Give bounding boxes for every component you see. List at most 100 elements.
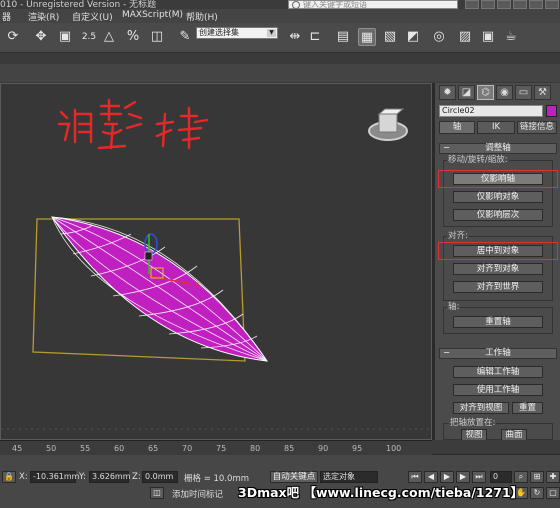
highlight-box — [438, 170, 558, 188]
adjust-pivot-rollout-header[interactable]: − 调整轴 — [439, 143, 557, 154]
spinner-snap-icon[interactable]: ◫ — [148, 28, 166, 46]
working-pivot-reset-button[interactable]: 重置 — [512, 402, 543, 414]
tab-pivot[interactable]: 轴 — [439, 121, 475, 134]
render-setup-icon[interactable]: ▨ — [456, 28, 474, 46]
named-selection-set-dropdown[interactable]: 创建选择集 ▼ — [196, 27, 278, 39]
place-pivot-label: 把轴放置在: — [449, 418, 497, 428]
time-ruler[interactable]: 45 50 55 60 65 70 75 80 85 90 95 100 — [0, 440, 432, 455]
tick-label: 70 — [182, 444, 193, 453]
main-toolbar: ⟳ ✥ ▣ 2.5 △ % ◫ ✎ 创建选择集 ▼ ⇹ ⊏ ▤ ▦ ▧ ◩ ◎ … — [0, 23, 560, 53]
align-to-object-button[interactable]: 对齐到对象 — [453, 263, 543, 275]
material-editor-icon[interactable]: ◎ — [430, 28, 448, 46]
time-tag-icon[interactable]: ◫ — [150, 487, 164, 499]
menu-item-help[interactable]: 帮助(H) — [186, 10, 218, 23]
menu-item-rendering[interactable]: 渲染(R) — [28, 10, 59, 23]
graphite-tools-icon[interactable]: ▦ — [358, 28, 376, 46]
tick-label: 85 — [284, 444, 295, 453]
collapse-icon: − — [443, 348, 451, 358]
orbit-icon[interactable]: ↻ — [530, 487, 544, 499]
angle-snap-toggle-icon[interactable]: △ — [100, 28, 118, 46]
align-icon[interactable]: ⊏ — [306, 28, 324, 46]
menu-item-customize[interactable]: 自定义(U) — [72, 10, 113, 23]
tick-label: 55 — [80, 444, 91, 453]
tick-label: 90 — [318, 444, 329, 453]
zoom-all-icon[interactable]: ⊞ — [530, 471, 544, 483]
z-coordinate-field[interactable]: 0.0mm — [142, 471, 178, 483]
rendered-frame-window-icon[interactable]: ▣ — [479, 28, 497, 46]
reset-pivot-button[interactable]: 重置轴 — [453, 316, 543, 328]
layer-manager-icon[interactable]: ▤ — [334, 28, 352, 46]
tick-label: 60 — [114, 444, 125, 453]
ribbon-strip — [0, 64, 560, 82]
tab-ik[interactable]: IK — [477, 121, 515, 134]
render-production-icon[interactable]: ☕ — [502, 28, 520, 46]
favorites-button[interactable] — [497, 0, 511, 9]
search-icon — [292, 1, 300, 9]
working-pivot-rollout-header[interactable]: − 工作轴 — [439, 348, 557, 359]
tick-label: 45 — [12, 444, 23, 453]
viewcube-icon[interactable] — [368, 108, 408, 141]
tick-label: 80 — [250, 444, 261, 453]
collapse-icon: − — [443, 143, 451, 153]
highlight-box-2 — [438, 242, 558, 260]
use-working-pivot-button[interactable]: 使用工作轴 — [453, 384, 543, 396]
edit-named-selection-icon[interactable]: ✎ — [176, 28, 194, 46]
create-tab-icon[interactable]: ✹ — [439, 85, 456, 100]
tick-label: 95 — [352, 444, 363, 453]
percent-snap-icon[interactable]: % — [124, 28, 142, 46]
x-label: X: — [19, 472, 28, 482]
maximize-viewport-icon[interactable]: ▢ — [546, 487, 560, 499]
motion-tab-icon[interactable]: ◉ — [496, 85, 513, 100]
x-coordinate-field[interactable]: -10.361mm — [30, 471, 79, 483]
minimize-button[interactable] — [529, 0, 543, 9]
perspective-viewport[interactable] — [0, 83, 432, 440]
add-time-tag-label[interactable]: 添加时间标记 — [172, 488, 223, 500]
info-center-button[interactable] — [465, 0, 479, 9]
move-rotate-scale-label: 移动/旋转/缩放: — [447, 155, 509, 165]
align-to-world-button[interactable]: 对齐到世界 — [453, 281, 543, 293]
angle-snap-icon[interactable]: 2.5 — [80, 28, 98, 46]
help-button[interactable] — [513, 0, 527, 9]
chevron-down-icon: ▼ — [267, 29, 276, 37]
y-label: Y: — [79, 472, 86, 482]
tick-label: 50 — [46, 444, 57, 453]
edit-working-pivot-button[interactable]: 编辑工作轴 — [453, 366, 543, 378]
pivot-center-icon[interactable]: ✥ — [32, 28, 50, 46]
y-coordinate-field[interactable]: 3.626mm — [89, 471, 131, 483]
watermark-text: 3Dmax吧 【www.linecg.com/tieba/1271】 — [238, 485, 524, 500]
tick-label: 65 — [148, 444, 159, 453]
tab-link-info[interactable]: 链接信息 — [517, 121, 557, 134]
communication-center-button[interactable] — [481, 0, 495, 9]
window-title: 010 - Unregistered Version - 无标题 — [0, 0, 157, 9]
utilities-tab-icon[interactable]: ⚒ — [534, 85, 551, 100]
object-color-swatch[interactable] — [546, 105, 557, 117]
lock-selection-icon[interactable]: 🔒 — [2, 471, 16, 483]
display-tab-icon[interactable]: ▭ — [515, 85, 532, 100]
mirror-icon[interactable]: ⇹ — [286, 28, 304, 46]
command-panel: ✹ ◪ ⌬ ◉ ▭ ⚒ Circle02 轴 IK 链接信息 − 调整轴 移动/… — [434, 83, 560, 441]
menu-bar: 器 渲染(R) 自定义(U) MAXScript(M) 帮助(H) — [0, 9, 560, 23]
pivot-label: 轴: — [447, 302, 461, 312]
select-manipulate-icon[interactable]: ▣ — [56, 28, 74, 46]
curve-editor-icon[interactable]: ▧ — [381, 28, 399, 46]
search-input[interactable]: 键入关键字或短语 — [288, 0, 458, 9]
z-label: Z: — [132, 472, 141, 482]
time-ruler-end — [432, 440, 560, 454]
affect-object-only-button[interactable]: 仅影响对象 — [453, 191, 543, 203]
handwritten-annotation — [57, 98, 209, 150]
modify-tab-icon[interactable]: ◪ — [458, 85, 475, 100]
affect-hierarchy-only-button[interactable]: 仅影响层次 — [453, 209, 543, 221]
close-button[interactable] — [545, 0, 559, 9]
object-name-field[interactable]: Circle02 — [439, 105, 543, 117]
menu-item-graph-editors[interactable]: 器 — [2, 10, 11, 23]
field-of-view-icon[interactable]: ✚ — [546, 471, 560, 483]
tick-label: 75 — [216, 444, 227, 453]
schematic-view-icon[interactable]: ◩ — [404, 28, 422, 46]
hierarchy-tab-icon[interactable]: ⌬ — [477, 85, 494, 100]
align-to-view-button[interactable]: 对齐到视图 — [453, 402, 509, 414]
menu-item-maxscript[interactable]: MAXScript(M) — [122, 10, 183, 20]
alignment-label: 对齐: — [447, 231, 469, 241]
tick-label: 100 — [386, 444, 402, 453]
select-rotate-icon[interactable]: ⟳ — [4, 28, 22, 46]
lens-mesh-object[interactable] — [50, 216, 269, 362]
